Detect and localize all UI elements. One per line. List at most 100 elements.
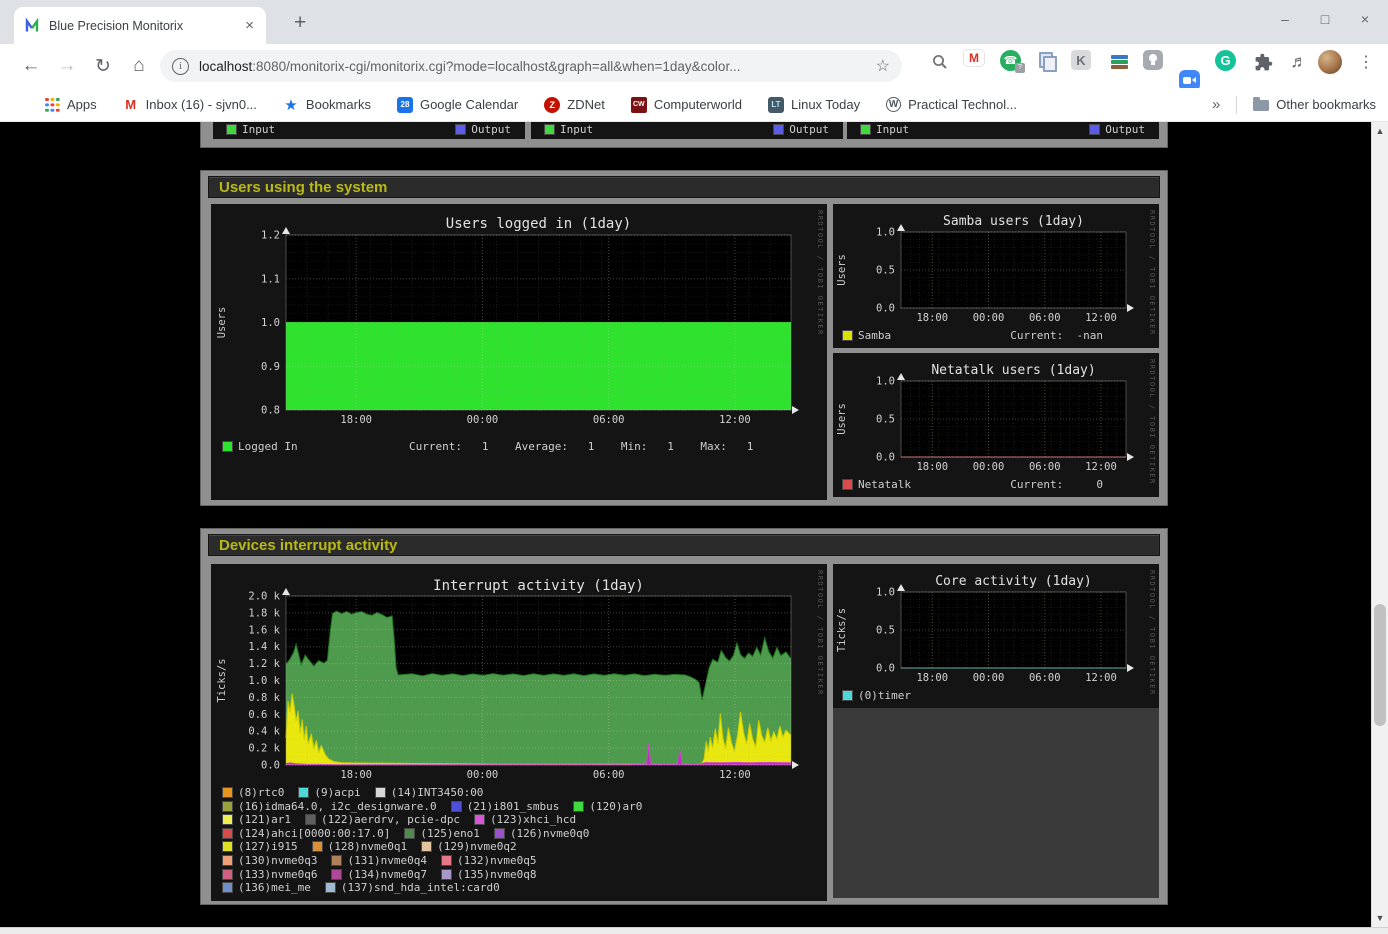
scrollbar-thumb[interactable]: [1374, 604, 1386, 726]
bookmarks-overflow-button[interactable]: »: [1212, 96, 1220, 113]
other-bookmarks-button[interactable]: Other bookmarks: [1253, 97, 1376, 112]
legend-swatch: [306, 815, 315, 824]
core-activity-legend: (0)timer: [843, 689, 1147, 703]
bookmark-wp[interactable]: WPractical Technol...: [886, 97, 1017, 112]
graph-panel-netatalk: 0.00.51.018:0000:0006:0012:00Netatalk us…: [833, 353, 1159, 497]
netatalk-legend: Netatalk Current: 0: [843, 478, 1147, 492]
home-button[interactable]: ⌂: [124, 44, 154, 88]
graph-panel-net0-partial: Input Output: [213, 122, 525, 139]
bookmark-cw[interactable]: CWComputerworld: [631, 97, 742, 113]
scroll-up-arrow[interactable]: ▲: [1372, 126, 1388, 136]
url-text: localhost:8080/monitorix-cgi/monitorix.c…: [199, 59, 868, 74]
site-info-icon[interactable]: i: [172, 58, 189, 75]
horizontal-scrollbar[interactable]: [0, 927, 1388, 934]
legend-row: (136)mei_me(137)snd_hda_intel:card0: [223, 881, 815, 895]
books-icon[interactable]: [1107, 50, 1131, 74]
address-bar[interactable]: i localhost:8080/monitorix-cgi/monitorix…: [160, 50, 902, 82]
new-tab-button[interactable]: +: [294, 11, 306, 35]
avatar[interactable]: [1318, 50, 1342, 74]
svg-text:12:00: 12:00: [1085, 672, 1117, 684]
search-icon[interactable]: [928, 50, 952, 74]
close-button[interactable]: ×: [1358, 11, 1372, 27]
bookmark-star[interactable]: ★Bookmarks: [283, 97, 371, 113]
legend-swatch: [422, 842, 431, 851]
section-users: Users using the system 0.80.91.01.11.218…: [200, 170, 1168, 506]
svg-text:06:00: 06:00: [593, 414, 625, 426]
grammarly-icon[interactable]: G: [1215, 50, 1236, 71]
legend-item: (8)rtc0: [223, 786, 284, 799]
tab-title: Blue Precision Monitorix: [49, 19, 243, 33]
legend-stats: Current: -nan: [1010, 329, 1103, 342]
vertical-scrollbar[interactable]: ▲ ▼: [1371, 122, 1388, 927]
legend-row: (8)rtc0 (9)acpi (14)INT3450:00: [223, 786, 815, 800]
rrdtool-watermark: RRDTOOL / TOBI OETIKER: [816, 210, 824, 336]
wp-icon: W: [886, 97, 901, 112]
legend-row: (124)ahci[0000:00:17.0](125)eno1(126)nvm…: [223, 827, 815, 841]
svg-text:2.0 k: 2.0 k: [248, 591, 280, 603]
url-host: localhost: [199, 59, 252, 74]
output-swatch: [456, 125, 465, 134]
svg-text:1.6 k: 1.6 k: [248, 624, 280, 636]
svg-text:0.0: 0.0: [876, 303, 895, 315]
back-button[interactable]: ←: [16, 44, 46, 88]
k-icon[interactable]: K: [1071, 50, 1091, 70]
legend-swatch: [574, 802, 583, 811]
legend-item: (21)i801_smbus: [452, 800, 560, 813]
bookmark-gmail[interactable]: MInbox (16) - sjvn0...: [123, 97, 257, 113]
legend-stats: Current: 0: [1010, 478, 1103, 491]
svg-text:1.0: 1.0: [876, 587, 895, 599]
legend-item: (129)nvme0q2: [422, 840, 516, 853]
forward-button[interactable]: →: [52, 44, 82, 88]
legend-stats: Current: 1 Average: 1 Min: 1 Max: 1: [409, 440, 753, 453]
legend-item: (124)ahci[0000:00:17.0]: [223, 827, 390, 840]
playlist-icon[interactable]: ♬: [1287, 50, 1311, 74]
tab-close-button[interactable]: ×: [243, 17, 256, 34]
svg-text:1.4 k: 1.4 k: [248, 641, 280, 653]
svg-text:00:00: 00:00: [973, 312, 1005, 324]
puzzle-icon[interactable]: [1251, 50, 1275, 74]
legend-item: (9)acpi: [299, 786, 360, 799]
bookmark-zdnet[interactable]: ZZDNet: [544, 97, 605, 113]
bookmark-cal[interactable]: 28 Google Calendar: [397, 97, 518, 113]
svg-text:Users: Users: [216, 307, 228, 339]
legend-swatch: [843, 331, 852, 340]
legend-swatch: [223, 842, 232, 851]
scroll-down-arrow[interactable]: ▼: [1372, 913, 1388, 923]
legend-row: (16)idma64.0, i2c_designware.0(21)i801_s…: [223, 800, 815, 814]
bookmark-star-icon[interactable]: ☆: [876, 56, 890, 76]
legend-swatch: [223, 442, 232, 451]
legend-item: (131)nvme0q4: [332, 854, 426, 867]
interrupts-right-column: 0.00.51.018:0000:0006:0012:00Core activi…: [833, 564, 1159, 898]
svg-text:18:00: 18:00: [916, 461, 948, 473]
folder-icon: [1253, 100, 1269, 111]
samba-users-chart: 0.00.51.018:0000:0006:0012:00Samba users…: [833, 204, 1159, 326]
svg-text:00:00: 00:00: [467, 414, 499, 426]
legend-swatch: [452, 802, 461, 811]
keep-icon[interactable]: [1143, 50, 1163, 70]
legend-item: Netatalk: [843, 478, 911, 491]
star-icon: ★: [283, 97, 299, 113]
maximize-button[interactable]: □: [1318, 11, 1332, 27]
legend-output: Output: [456, 123, 511, 136]
legend-item: (137)snd_hda_intel:card0: [326, 881, 500, 894]
legend-item: (14)INT3450:00: [376, 786, 484, 799]
phone-icon[interactable]: ☎: [1000, 50, 1021, 71]
reload-button[interactable]: ↻: [88, 44, 118, 88]
legend-output: Output: [1090, 123, 1145, 136]
gmail-icon[interactable]: M: [964, 50, 984, 66]
graph-panel-core-activity: 0.00.51.018:0000:0006:0012:00Core activi…: [833, 564, 1159, 708]
legend-item: (122)aerdrv, pcie-dpc: [306, 813, 460, 826]
svg-text:0.8 k: 0.8 k: [248, 692, 280, 704]
menu-icon[interactable]: ⋮: [1354, 50, 1378, 74]
browser-tab[interactable]: Blue Precision Monitorix ×: [14, 7, 266, 44]
cal-icon: 28: [397, 97, 413, 113]
legend-item: (126)nvme0q0: [495, 827, 589, 840]
svg-text:06:00: 06:00: [1029, 312, 1061, 324]
copy-pages-icon[interactable]: [1036, 50, 1060, 74]
bookmark-label: Linux Today: [791, 97, 860, 112]
bookmark-linux[interactable]: LTLinux Today: [768, 97, 860, 113]
bookmark-apps[interactable]: Apps: [44, 97, 97, 113]
bookmark-label: Google Calendar: [420, 97, 518, 112]
bookmarks-right: » Other bookmarks: [1212, 88, 1376, 121]
minimize-button[interactable]: –: [1278, 11, 1292, 27]
